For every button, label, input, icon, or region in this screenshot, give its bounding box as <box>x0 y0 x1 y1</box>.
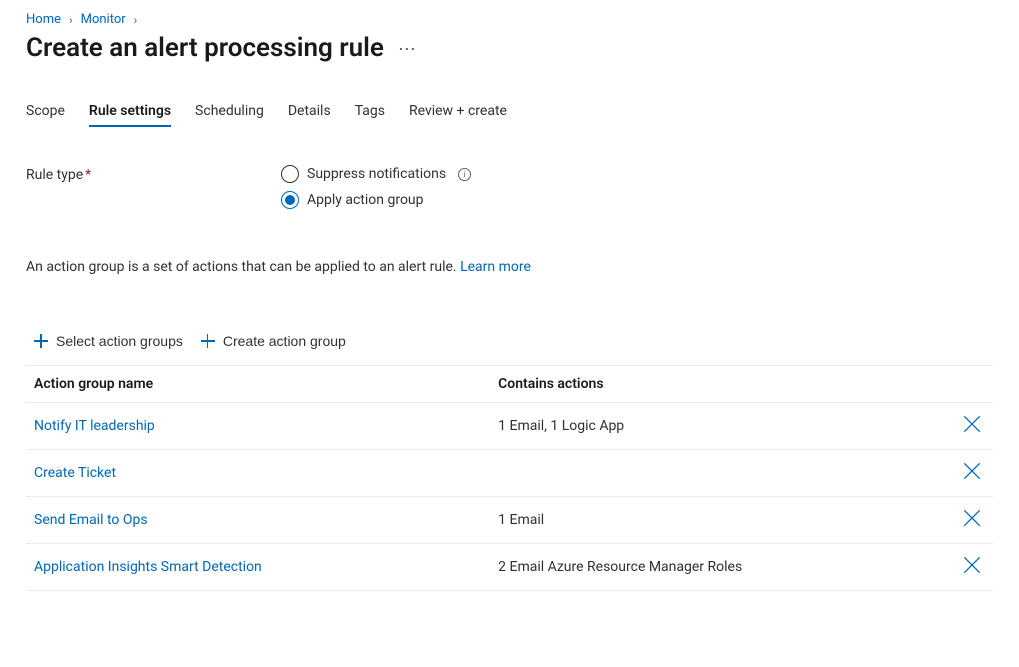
delete-row-icon[interactable] <box>961 507 983 529</box>
radio-apply-action-group[interactable]: Apply action group <box>281 191 471 209</box>
table-row: Send Email to Ops 1 Email <box>26 497 993 544</box>
delete-row-icon[interactable] <box>961 413 983 435</box>
table-header-delete <box>949 366 993 403</box>
tab-scope[interactable]: Scope <box>26 103 65 127</box>
more-actions-icon[interactable]: ⋯ <box>398 35 417 59</box>
action-group-contains: 1 Email <box>490 497 949 544</box>
tab-review-create[interactable]: Review + create <box>409 103 507 127</box>
tab-tags[interactable]: Tags <box>355 103 385 127</box>
radio-suppress-notifications[interactable]: Suppress notifications i <box>281 165 471 183</box>
action-group-contains: 1 Email, 1 Logic App <box>490 403 949 450</box>
action-group-description: An action group is a set of actions that… <box>26 259 993 275</box>
table-row: Notify IT leadership 1 Email, 1 Logic Ap… <box>26 403 993 450</box>
chevron-right-icon: › <box>69 13 73 27</box>
info-icon[interactable]: i <box>458 168 471 181</box>
learn-more-link[interactable]: Learn more <box>460 259 531 275</box>
breadcrumb-home[interactable]: Home <box>26 12 61 27</box>
page-title: Create an alert processing rule <box>26 33 384 63</box>
rule-type-radio-group: Suppress notifications i Apply action gr… <box>281 165 471 209</box>
delete-row-icon[interactable] <box>961 554 983 576</box>
required-marker: * <box>85 167 91 183</box>
create-action-group-button[interactable]: Create action group <box>199 329 348 353</box>
radio-icon <box>281 165 299 183</box>
action-group-link[interactable]: Send Email to Ops <box>34 512 148 528</box>
tabs: Scope Rule settings Scheduling Details T… <box>26 103 993 127</box>
action-groups-table: Action group name Contains actions Notif… <box>26 365 993 591</box>
tab-scheduling[interactable]: Scheduling <box>195 103 264 127</box>
action-group-link[interactable]: Notify IT leadership <box>34 418 155 434</box>
plus-icon <box>201 334 215 348</box>
rule-type-label: Rule type* <box>26 165 281 183</box>
action-group-contains: 2 Email Azure Resource Manager Roles <box>490 544 949 591</box>
delete-row-icon[interactable] <box>961 460 983 482</box>
action-group-link[interactable]: Application Insights Smart Detection <box>34 559 262 575</box>
table-row: Create Ticket <box>26 450 993 497</box>
radio-label: Apply action group <box>307 192 424 208</box>
breadcrumb-monitor[interactable]: Monitor <box>81 12 126 27</box>
action-group-contains <box>490 450 949 497</box>
tab-rule-settings[interactable]: Rule settings <box>89 103 171 127</box>
tab-details[interactable]: Details <box>288 103 331 127</box>
radio-icon <box>281 191 299 209</box>
table-header-name: Action group name <box>26 366 490 403</box>
table-header-contains: Contains actions <box>490 366 949 403</box>
table-row: Application Insights Smart Detection 2 E… <box>26 544 993 591</box>
action-group-link[interactable]: Create Ticket <box>34 465 116 481</box>
plus-icon <box>34 334 48 348</box>
chevron-right-icon: › <box>134 13 138 27</box>
breadcrumb: Home › Monitor › <box>26 12 993 27</box>
select-action-groups-button[interactable]: Select action groups <box>32 329 185 353</box>
radio-label: Suppress notifications <box>307 166 446 182</box>
